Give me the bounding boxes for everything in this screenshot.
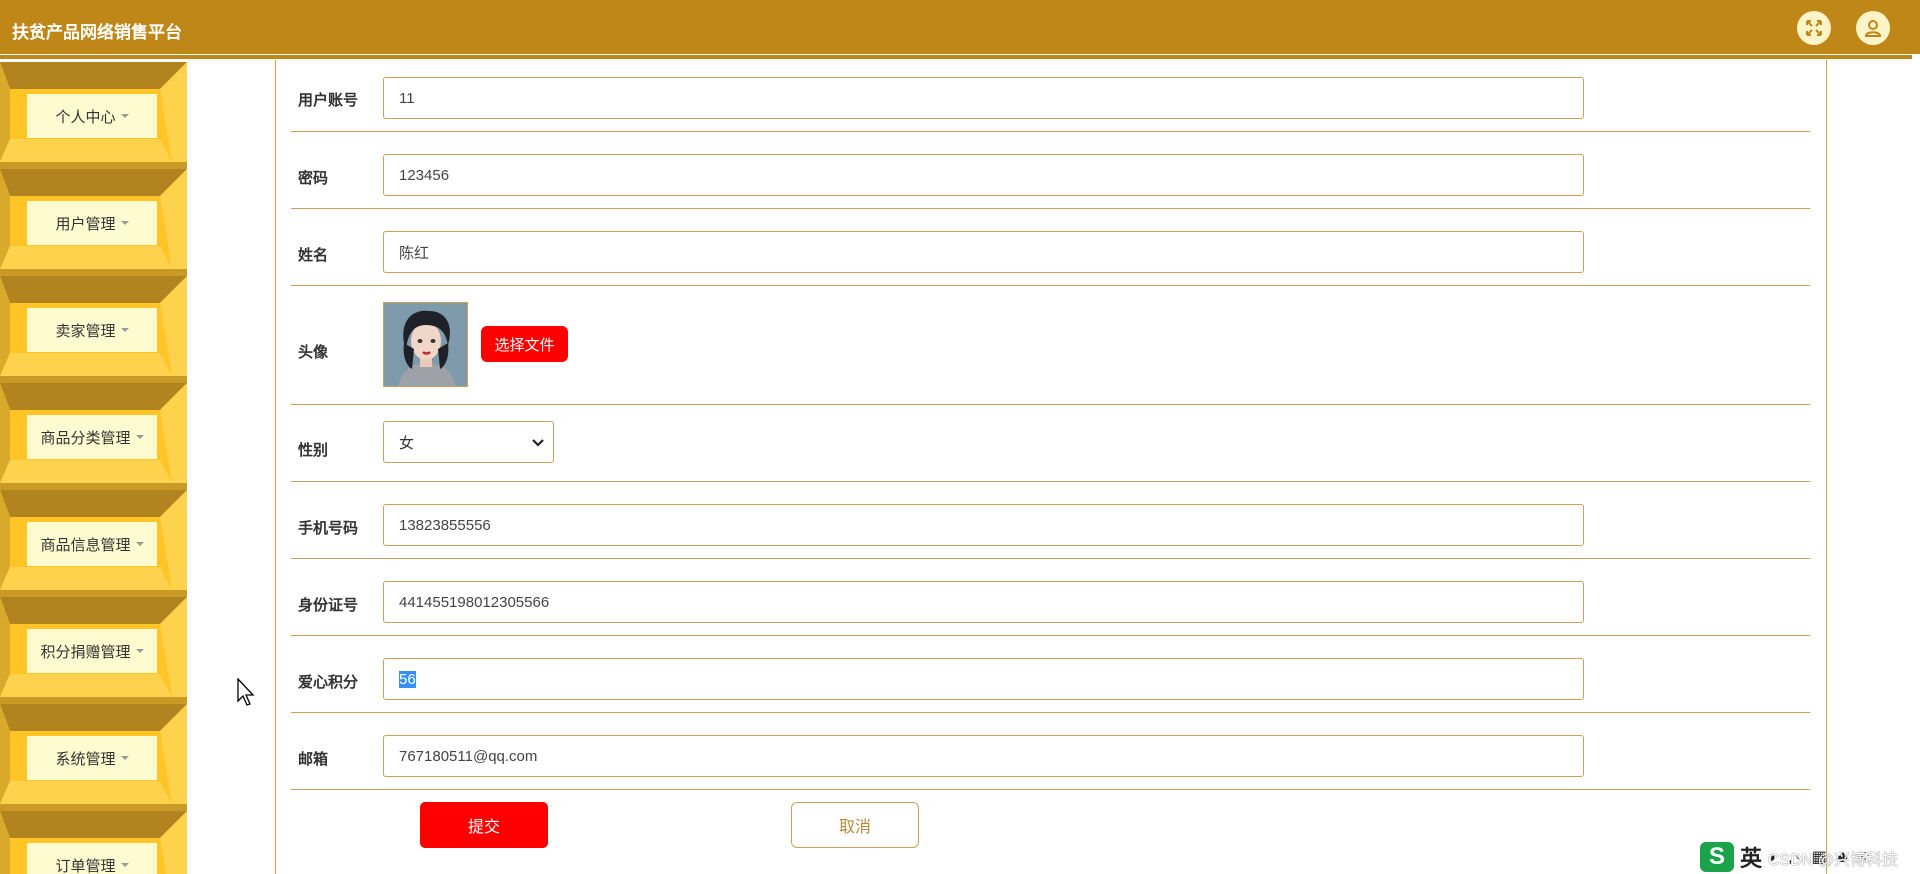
idcard-label: 身份证号 bbox=[298, 597, 359, 614]
sidebar-item-label: 商品分类管理 bbox=[40, 429, 131, 447]
caret-down-icon bbox=[120, 863, 129, 867]
name-label: 姓名 bbox=[298, 247, 329, 264]
form-row-idcard: 身份证号 bbox=[291, 559, 1810, 636]
form-row-password: 密码 bbox=[291, 132, 1810, 209]
account-label: 用户账号 bbox=[298, 92, 359, 109]
caret-down-icon bbox=[120, 221, 129, 225]
password-label: 密码 bbox=[298, 170, 329, 187]
gender-select[interactable]: 女 bbox=[383, 421, 554, 463]
cancel-button[interactable]: 取消 bbox=[791, 802, 919, 848]
points-input[interactable]: 56 bbox=[383, 658, 1584, 700]
sidebar: 个人中心 用户管理 卖家管理 商品分类管理 商品信息管理 积分捐赠管理 系统管理… bbox=[0, 62, 187, 874]
caret-down-icon bbox=[120, 328, 129, 332]
avatar-label: 头像 bbox=[298, 344, 329, 361]
gender-label: 性别 bbox=[298, 442, 329, 459]
caret-down-icon bbox=[135, 649, 144, 653]
form-row-avatar: 头像 选择文件 bbox=[291, 286, 1810, 405]
password-input[interactable] bbox=[383, 154, 1584, 196]
avatar-image bbox=[383, 302, 468, 387]
form-frame-left-border bbox=[275, 60, 276, 874]
sidebar-item-label: 系统管理 bbox=[55, 750, 116, 768]
gender-selected-value: 女 bbox=[399, 434, 415, 452]
points-selected-value: 56 bbox=[399, 670, 416, 688]
name-input[interactable] bbox=[383, 231, 1584, 273]
user-icon[interactable] bbox=[1856, 11, 1890, 45]
chevron-down-icon bbox=[532, 439, 544, 447]
watermark: CSDN @兴博科技 bbox=[1768, 852, 1899, 869]
sidebar-item-label: 卖家管理 bbox=[55, 322, 116, 340]
submit-button[interactable]: 提交 bbox=[420, 802, 548, 848]
sidebar-item-user-management[interactable]: 用户管理 bbox=[0, 169, 187, 269]
caret-down-icon bbox=[135, 435, 144, 439]
sidebar-item-order-management[interactable]: 订单管理 bbox=[0, 811, 187, 874]
sogou-logo-icon: S bbox=[1700, 842, 1734, 872]
caret-down-icon bbox=[120, 756, 129, 760]
form-row-phone: 手机号码 bbox=[291, 482, 1810, 559]
account-input[interactable] bbox=[383, 77, 1584, 119]
header-divider bbox=[0, 55, 1912, 59]
form-row-points: 爱心积分 56 bbox=[291, 636, 1810, 713]
sidebar-item-label: 个人中心 bbox=[55, 108, 116, 126]
idcard-input[interactable] bbox=[383, 581, 1584, 623]
row-divider bbox=[291, 789, 1810, 790]
form-frame-right-border bbox=[1826, 60, 1827, 874]
sidebar-item-system-management[interactable]: 系统管理 bbox=[0, 704, 187, 804]
form-row-gender: 性别 女 bbox=[291, 405, 1810, 482]
fullscreen-icon[interactable] bbox=[1797, 11, 1831, 45]
email-label: 邮箱 bbox=[298, 751, 329, 768]
sidebar-item-label: 用户管理 bbox=[55, 215, 116, 233]
caret-down-icon bbox=[135, 542, 144, 546]
form-row-account: 用户账号 bbox=[291, 62, 1810, 132]
sidebar-item-points-donation[interactable]: 积分捐赠管理 bbox=[0, 597, 187, 697]
sidebar-item-label: 商品信息管理 bbox=[40, 536, 131, 554]
mouse-cursor-icon bbox=[237, 678, 255, 706]
sidebar-item-product-management[interactable]: 商品信息管理 bbox=[0, 490, 187, 590]
sidebar-item-label: 订单管理 bbox=[55, 857, 116, 874]
sidebar-item-seller-management[interactable]: 卖家管理 bbox=[0, 276, 187, 376]
ime-language-indicator[interactable]: 英 bbox=[1740, 841, 1762, 873]
form-row-email: 邮箱 bbox=[291, 713, 1810, 790]
app-title: 扶贫产品网络销售平台 bbox=[12, 23, 182, 42]
sidebar-item-label: 积分捐赠管理 bbox=[40, 643, 131, 661]
phone-label: 手机号码 bbox=[298, 520, 359, 537]
sidebar-item-category-management[interactable]: 商品分类管理 bbox=[0, 383, 187, 483]
points-label: 爱心积分 bbox=[298, 674, 359, 691]
caret-down-icon bbox=[120, 114, 129, 118]
form-row-name: 姓名 bbox=[291, 209, 1810, 286]
sidebar-item-personal-center[interactable]: 个人中心 bbox=[0, 62, 187, 162]
top-header: 扶贫产品网络销售平台 bbox=[0, 0, 1920, 54]
choose-file-button[interactable]: 选择文件 bbox=[481, 326, 568, 362]
email-input[interactable] bbox=[383, 735, 1584, 777]
phone-input[interactable] bbox=[383, 504, 1584, 546]
